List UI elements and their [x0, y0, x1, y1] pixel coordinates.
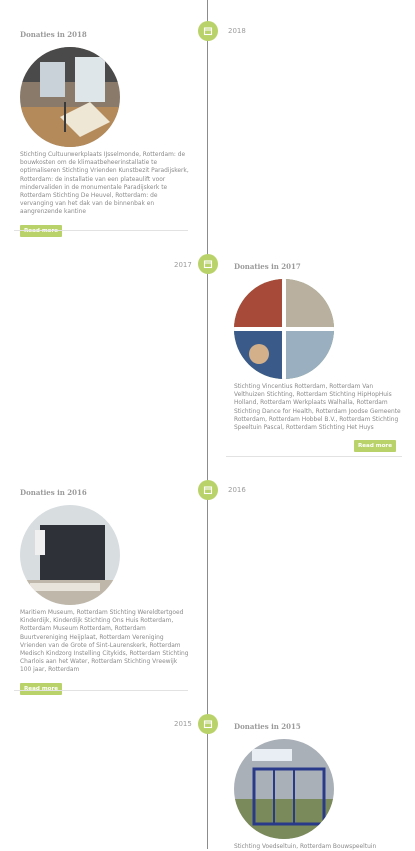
timeline-node — [198, 714, 218, 734]
read-more-button[interactable]: Read more — [20, 682, 63, 695]
entry-photo — [20, 505, 120, 605]
divider — [226, 456, 402, 457]
timeline-node — [198, 254, 218, 274]
divider — [14, 690, 188, 691]
timeline-entry: Donaties in 2015 Stichting Voedseltuin, … — [234, 722, 404, 851]
divider — [14, 230, 188, 231]
timeline-node — [198, 21, 218, 41]
entry-title: Donaties in 2017 — [234, 262, 301, 271]
read-more-button[interactable]: Read more — [353, 440, 396, 453]
timeline-year: 2016 — [228, 486, 246, 494]
calendar-icon — [203, 260, 213, 269]
entry-description: Stichting Voedseltuin, Rotterdam Bouwspe… — [234, 844, 377, 850]
calendar-icon — [203, 486, 213, 495]
timeline-year: 2015 — [174, 720, 192, 728]
entry-photo — [234, 279, 334, 379]
calendar-icon — [203, 720, 213, 729]
entry-photo — [20, 47, 120, 147]
timeline-year: 2017 — [174, 261, 192, 269]
entry-title: Donaties in 2015 — [234, 722, 301, 731]
timeline-year: 2018 — [228, 27, 246, 35]
entry-description: Maritiem Museum, Rotterdam Stichting Wer… — [20, 610, 189, 674]
timeline-node — [198, 480, 218, 500]
calendar-icon — [203, 27, 213, 36]
entry-photo — [234, 739, 334, 839]
entry-title: Donaties in 2018 — [20, 30, 87, 39]
entry-description: Stichting Vincentius Rotterdam, Rotterda… — [234, 384, 401, 432]
entry-description: Stichting Cultuurwerkplaats IJsselmonde,… — [20, 152, 189, 216]
timeline-entry: Donaties in 2018 Stichting Cultuurwerkpl… — [20, 30, 190, 237]
timeline-entry: Donaties in 2017 Stichting Vincentius Ro… — [234, 262, 404, 453]
entry-title: Donaties in 2016 — [20, 488, 87, 497]
timeline-entry: Donaties in 2016 Maritiem Museum, Rotter… — [20, 488, 190, 695]
